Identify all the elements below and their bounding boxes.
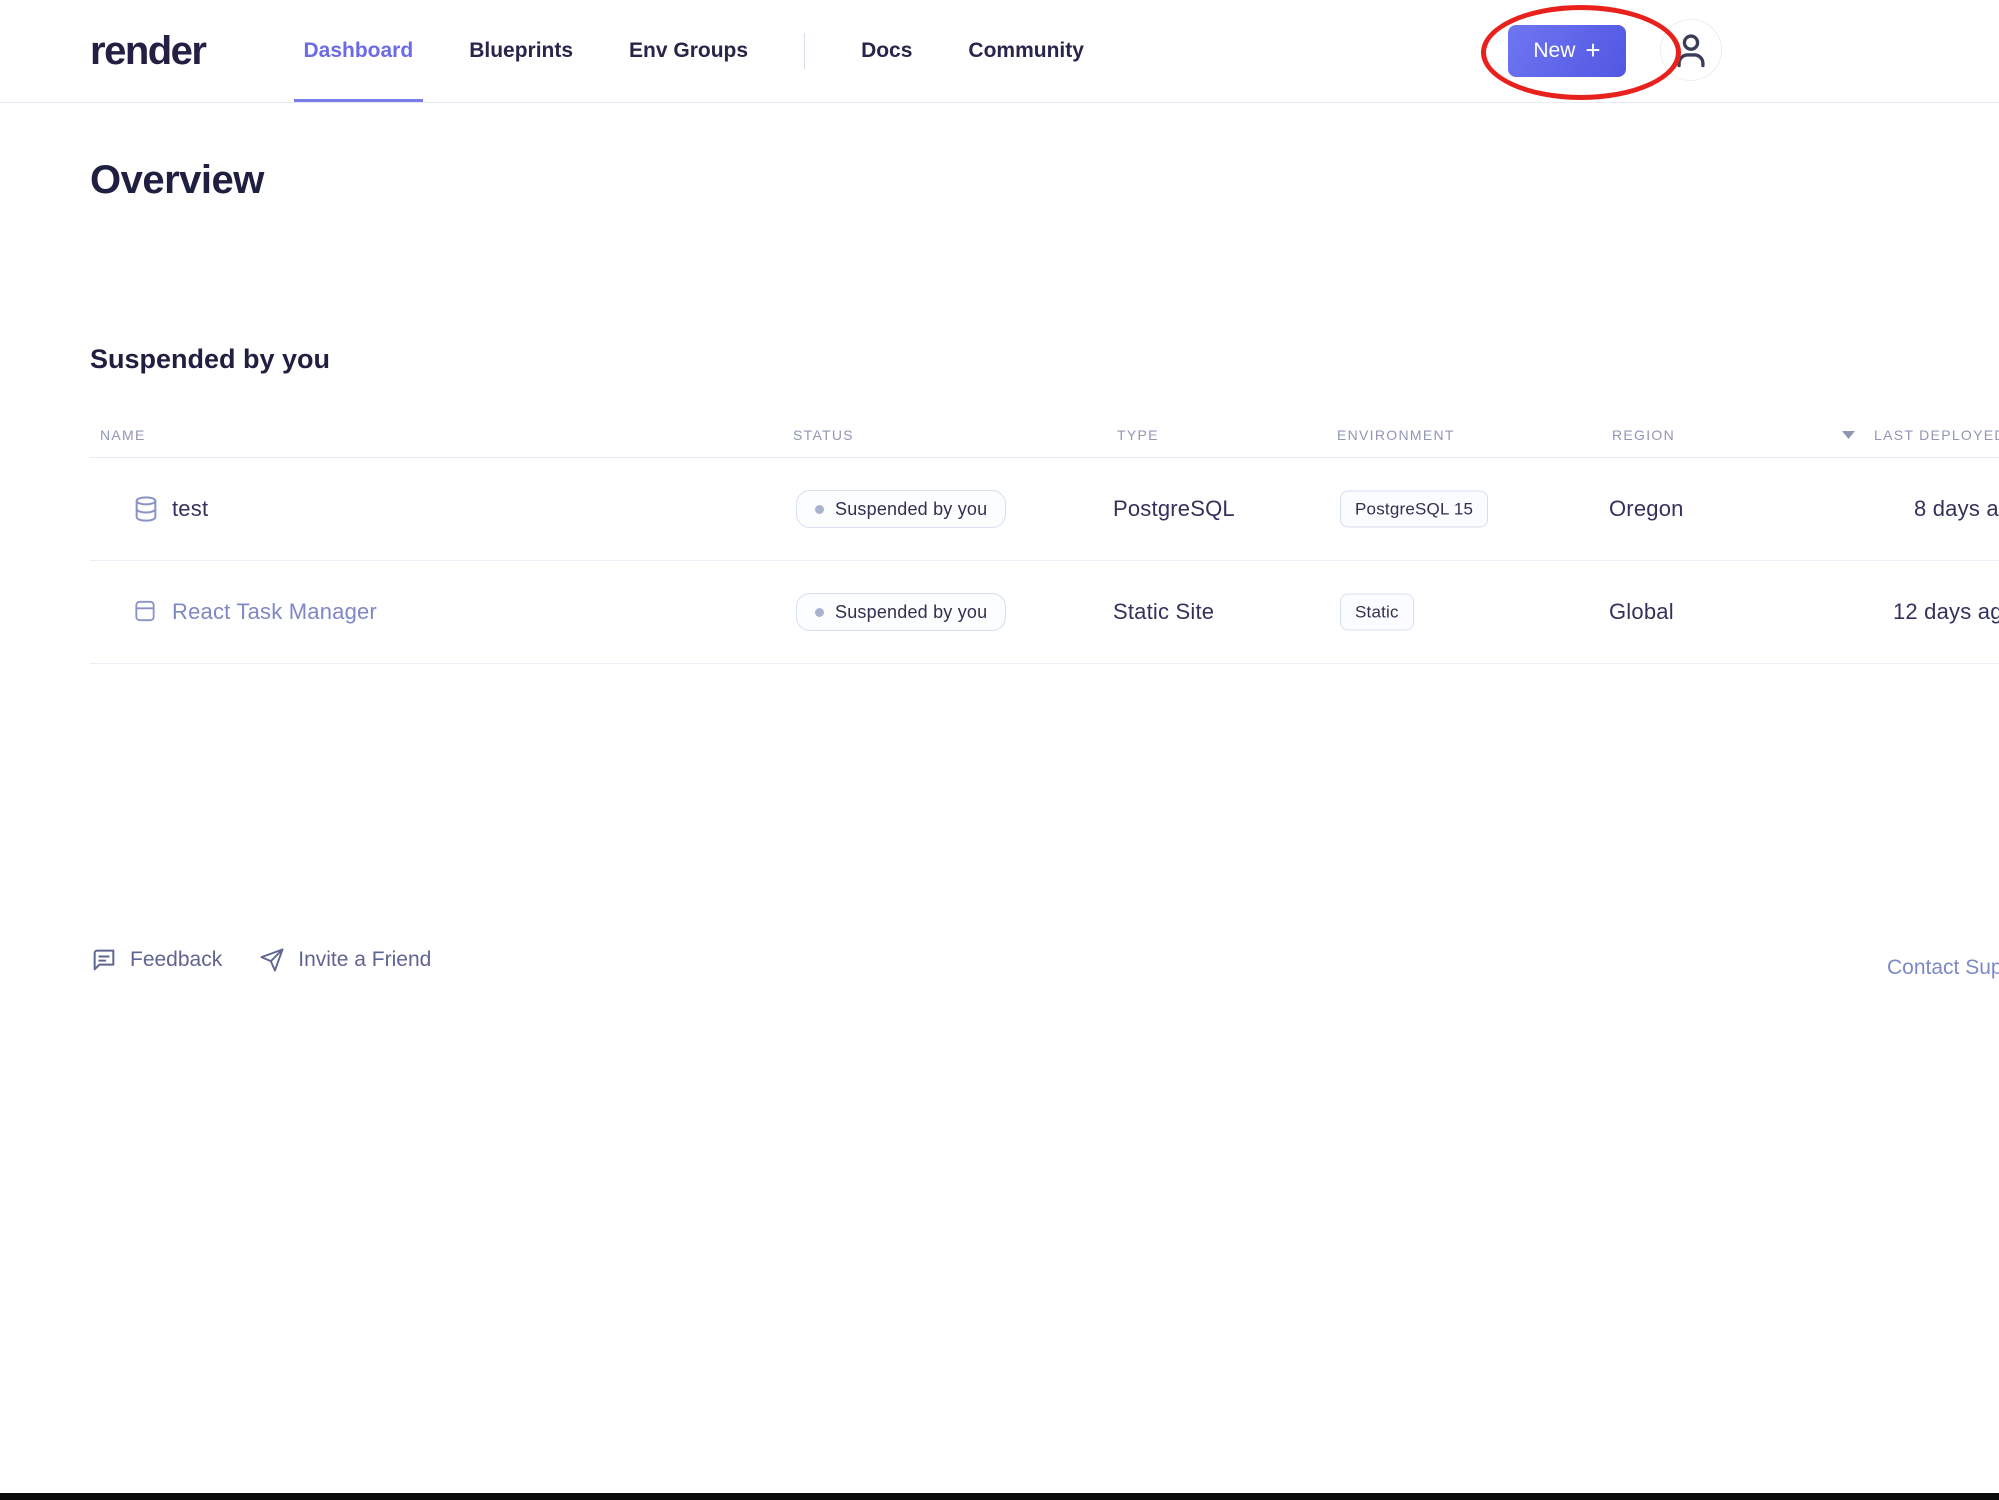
service-name-link[interactable]: React Task Manager xyxy=(172,599,377,625)
user-icon xyxy=(1669,28,1713,72)
sort-desc-icon[interactable] xyxy=(1842,431,1855,439)
nav-item-community[interactable]: Community xyxy=(968,0,1084,102)
status-badge-label: Suspended by you xyxy=(835,499,987,520)
page-title: Overview xyxy=(90,158,264,203)
table-header-row: NAME STATUS TYPE ENVIRONMENT REGION LAST… xyxy=(90,420,1999,458)
footer-links: Feedback Invite a Friend xyxy=(90,946,431,974)
top-navbar: render Dashboard Blueprints Env Groups D… xyxy=(0,0,1999,103)
invite-friend-label: Invite a Friend xyxy=(298,948,431,972)
column-header-region[interactable]: REGION xyxy=(1612,427,1675,443)
service-region: Oregon xyxy=(1609,496,1684,522)
new-button-label: New xyxy=(1533,39,1575,63)
environment-badge-label: Static xyxy=(1355,602,1399,622)
section-title-suspended: Suspended by you xyxy=(90,344,330,375)
plus-icon: + xyxy=(1585,35,1600,66)
column-header-last-deployed[interactable]: LAST DEPLOYED xyxy=(1874,427,1999,443)
nav-item-blueprints[interactable]: Blueprints xyxy=(469,0,573,102)
column-header-name[interactable]: NAME xyxy=(100,427,146,443)
database-icon xyxy=(132,494,160,524)
service-region: Global xyxy=(1609,599,1674,625)
static-site-icon xyxy=(132,597,158,627)
table-row[interactable]: test Suspended by you PostgreSQL Postgre… xyxy=(90,458,1999,561)
service-last-deployed: 8 days ago xyxy=(1914,496,1999,522)
service-type: PostgreSQL xyxy=(1113,496,1235,522)
main-nav: Dashboard Blueprints Env Groups Docs Com… xyxy=(304,0,1084,102)
status-dot-icon xyxy=(815,505,824,514)
status-badge-label: Suspended by you xyxy=(835,602,987,623)
environment-badge: PostgreSQL 15 xyxy=(1340,491,1488,528)
status-badge: Suspended by you xyxy=(796,593,1006,631)
new-button[interactable]: New + xyxy=(1508,25,1626,77)
feedback-bubble-icon xyxy=(90,946,118,974)
column-header-status[interactable]: STATUS xyxy=(793,427,854,443)
render-logo[interactable]: render xyxy=(90,0,206,102)
column-header-type[interactable]: TYPE xyxy=(1117,427,1159,443)
service-last-deployed: 12 days ago xyxy=(1893,599,1999,625)
environment-badge-label: PostgreSQL 15 xyxy=(1355,499,1473,519)
account-menu[interactable] xyxy=(1660,19,1722,81)
nav-item-env-groups[interactable]: Env Groups xyxy=(629,0,748,102)
feedback-label: Feedback xyxy=(130,948,222,972)
nav-divider xyxy=(804,33,805,69)
contact-support-link[interactable]: Contact Support xyxy=(1887,956,1999,980)
bottom-black-bar xyxy=(0,1493,1999,1500)
status-badge: Suspended by you xyxy=(796,490,1006,528)
column-header-environment[interactable]: ENVIRONMENT xyxy=(1337,427,1455,443)
status-dot-icon xyxy=(815,608,824,617)
nav-item-dashboard[interactable]: Dashboard xyxy=(304,0,414,102)
environment-badge: Static xyxy=(1340,594,1414,631)
invite-friend-link[interactable]: Invite a Friend xyxy=(258,946,431,974)
paper-plane-icon xyxy=(258,946,286,974)
services-table: NAME STATUS TYPE ENVIRONMENT REGION LAST… xyxy=(90,420,1999,664)
service-type: Static Site xyxy=(1113,599,1214,625)
feedback-link[interactable]: Feedback xyxy=(90,946,222,974)
table-row[interactable]: React Task Manager Suspended by you Stat… xyxy=(90,561,1999,664)
service-name-link[interactable]: test xyxy=(172,496,208,522)
nav-item-docs[interactable]: Docs xyxy=(861,0,912,102)
